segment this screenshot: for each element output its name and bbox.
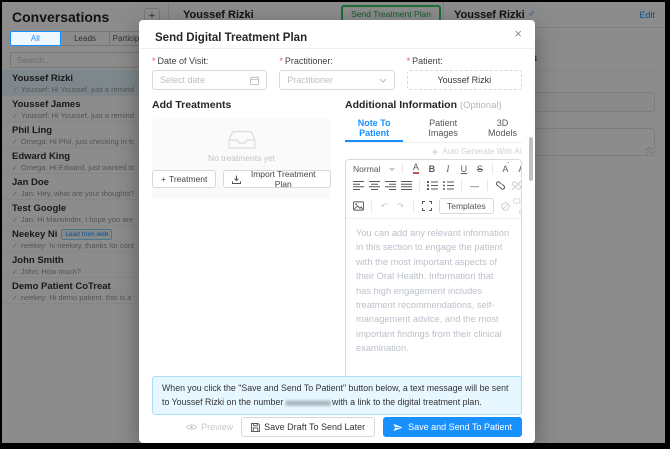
tab-patient-images[interactable]: Patient Images: [416, 115, 470, 142]
date-placeholder: Select date: [160, 75, 205, 85]
empty-inbox-icon: [228, 130, 256, 150]
modal-form-row: *Date of Visit: Select date *Practitione…: [139, 49, 535, 90]
chevron-down-icon: [389, 167, 395, 171]
templates-button[interactable]: Templates: [439, 198, 494, 214]
additional-information-heading: Additional Information (Optional): [345, 99, 522, 111]
modal-header: Send Digital Treatment Plan ×: [139, 20, 535, 49]
app-window: Conversations + All Leads Participating …: [0, 0, 670, 449]
modal-title: Send Digital Treatment Plan: [155, 32, 307, 44]
patient-field[interactable]: Youssef Rizki: [407, 70, 522, 90]
optional-label: (Optional): [460, 100, 502, 111]
add-treatment-button[interactable]: +Treatment: [152, 170, 216, 188]
align-right-icon[interactable]: [383, 179, 398, 192]
chevron-down-icon: [379, 78, 387, 83]
align-center-icon[interactable]: [367, 179, 382, 192]
horizontal-rule-icon[interactable]: —: [467, 179, 482, 192]
send-icon: [393, 423, 403, 432]
preview-button[interactable]: Preview: [186, 422, 233, 432]
ordered-list-icon[interactable]: [425, 179, 440, 192]
editor-placeholder: You can add any relevant information in …: [346, 218, 521, 363]
unlink-icon[interactable]: [509, 179, 522, 192]
sparkle-icon: [431, 148, 439, 156]
import-icon: [232, 175, 241, 184]
required-marker: *: [407, 56, 411, 66]
date-of-visit-input[interactable]: Select date: [152, 70, 267, 90]
send-notice: When you click the "Save and Send To Pat…: [152, 376, 522, 415]
patient-value: Youssef Rizki: [437, 75, 491, 85]
editor-toolbar-row3: ↶ ↷ Templates Clear all: [346, 194, 521, 218]
fullscreen-icon[interactable]: [419, 200, 434, 213]
required-marker: *: [279, 56, 283, 66]
practitioner-placeholder: Practitioner: [287, 75, 333, 85]
date-of-visit-label: *Date of Visit:: [152, 56, 267, 66]
app-screen: Conversations + All Leads Participating …: [2, 2, 665, 443]
toolbar-separator: [413, 201, 414, 212]
toolbar-separator: [402, 163, 403, 174]
toolbar-separator: [492, 163, 493, 174]
toolbar-separator: [371, 201, 372, 212]
save-icon: [251, 423, 260, 432]
unordered-list-icon[interactable]: [441, 179, 456, 192]
strikethrough-icon[interactable]: S: [472, 162, 487, 175]
editor-toolbar-row2: —: [346, 177, 521, 194]
additional-info-tabs: Note To Patient Patient Images 3D Models: [345, 115, 522, 143]
send-treatment-plan-modal: Send Digital Treatment Plan × *Date of V…: [139, 20, 535, 443]
add-treatments-section: Add Treatments No treatments yet +Treatm…: [152, 99, 331, 409]
auto-generate-ai-button[interactable]: Auto Generate With AI: [345, 147, 522, 156]
redo-icon[interactable]: ↷: [393, 200, 408, 213]
clear-all-icon: [501, 202, 510, 211]
align-left-icon[interactable]: [351, 179, 366, 192]
masked-phone-number: ▅▅▅▅▅▅▅▅▅▅: [286, 398, 330, 409]
clear-all-button[interactable]: Clear all: [501, 196, 522, 216]
tab-note-to-patient[interactable]: Note To Patient: [345, 115, 403, 142]
empty-state-text: No treatments yet: [208, 153, 275, 163]
italic-icon[interactable]: I: [440, 162, 455, 175]
treatments-empty-state: No treatments yet +Treatment Import Trea…: [152, 119, 331, 199]
required-marker: *: [152, 56, 156, 66]
underline-icon[interactable]: U: [456, 162, 471, 175]
toolbar-separator: [461, 180, 462, 191]
undo-icon[interactable]: ↶: [377, 200, 392, 213]
align-justify-icon[interactable]: [399, 179, 414, 192]
add-treatments-heading: Add Treatments: [152, 99, 331, 111]
import-treatment-plan-button[interactable]: Import Treatment Plan: [223, 170, 331, 188]
patient-label: *Patient:: [407, 56, 522, 66]
bold-icon[interactable]: B: [424, 162, 439, 175]
calendar-icon: [250, 76, 259, 85]
toolbar-separator: [487, 180, 488, 191]
practitioner-select[interactable]: Practitioner: [279, 70, 394, 90]
note-editor[interactable]: Normal A B I U S Aˆ Aˇ Tx: [345, 159, 522, 409]
link-icon[interactable]: [493, 179, 508, 192]
modal-scrollbar[interactable]: [529, 137, 533, 181]
font-size-decrease-icon[interactable]: Aˇ: [514, 162, 522, 175]
tab-all[interactable]: All: [10, 31, 61, 46]
save-draft-button[interactable]: Save Draft To Send Later: [241, 417, 375, 437]
font-color-icon[interactable]: A: [408, 162, 423, 175]
save-and-send-button[interactable]: Save and Send To Patient: [383, 417, 522, 437]
close-icon[interactable]: ×: [514, 26, 522, 42]
tab-3d-models[interactable]: 3D Models: [483, 115, 522, 142]
additional-information-section: Additional Information (Optional) Note T…: [345, 99, 522, 409]
format-select[interactable]: Normal: [351, 164, 397, 174]
toolbar-separator: [419, 180, 420, 191]
insert-image-icon[interactable]: [351, 200, 366, 213]
modal-footer: Preview Save Draft To Send Later Save an…: [186, 417, 522, 437]
editor-toolbar-row1: Normal A B I U S Aˆ Aˇ Tx: [346, 160, 521, 177]
font-size-increase-icon[interactable]: Aˆ: [498, 162, 513, 175]
plus-icon: +: [161, 174, 166, 184]
eye-icon: [186, 423, 197, 431]
practitioner-label: *Practitioner:: [279, 56, 394, 66]
